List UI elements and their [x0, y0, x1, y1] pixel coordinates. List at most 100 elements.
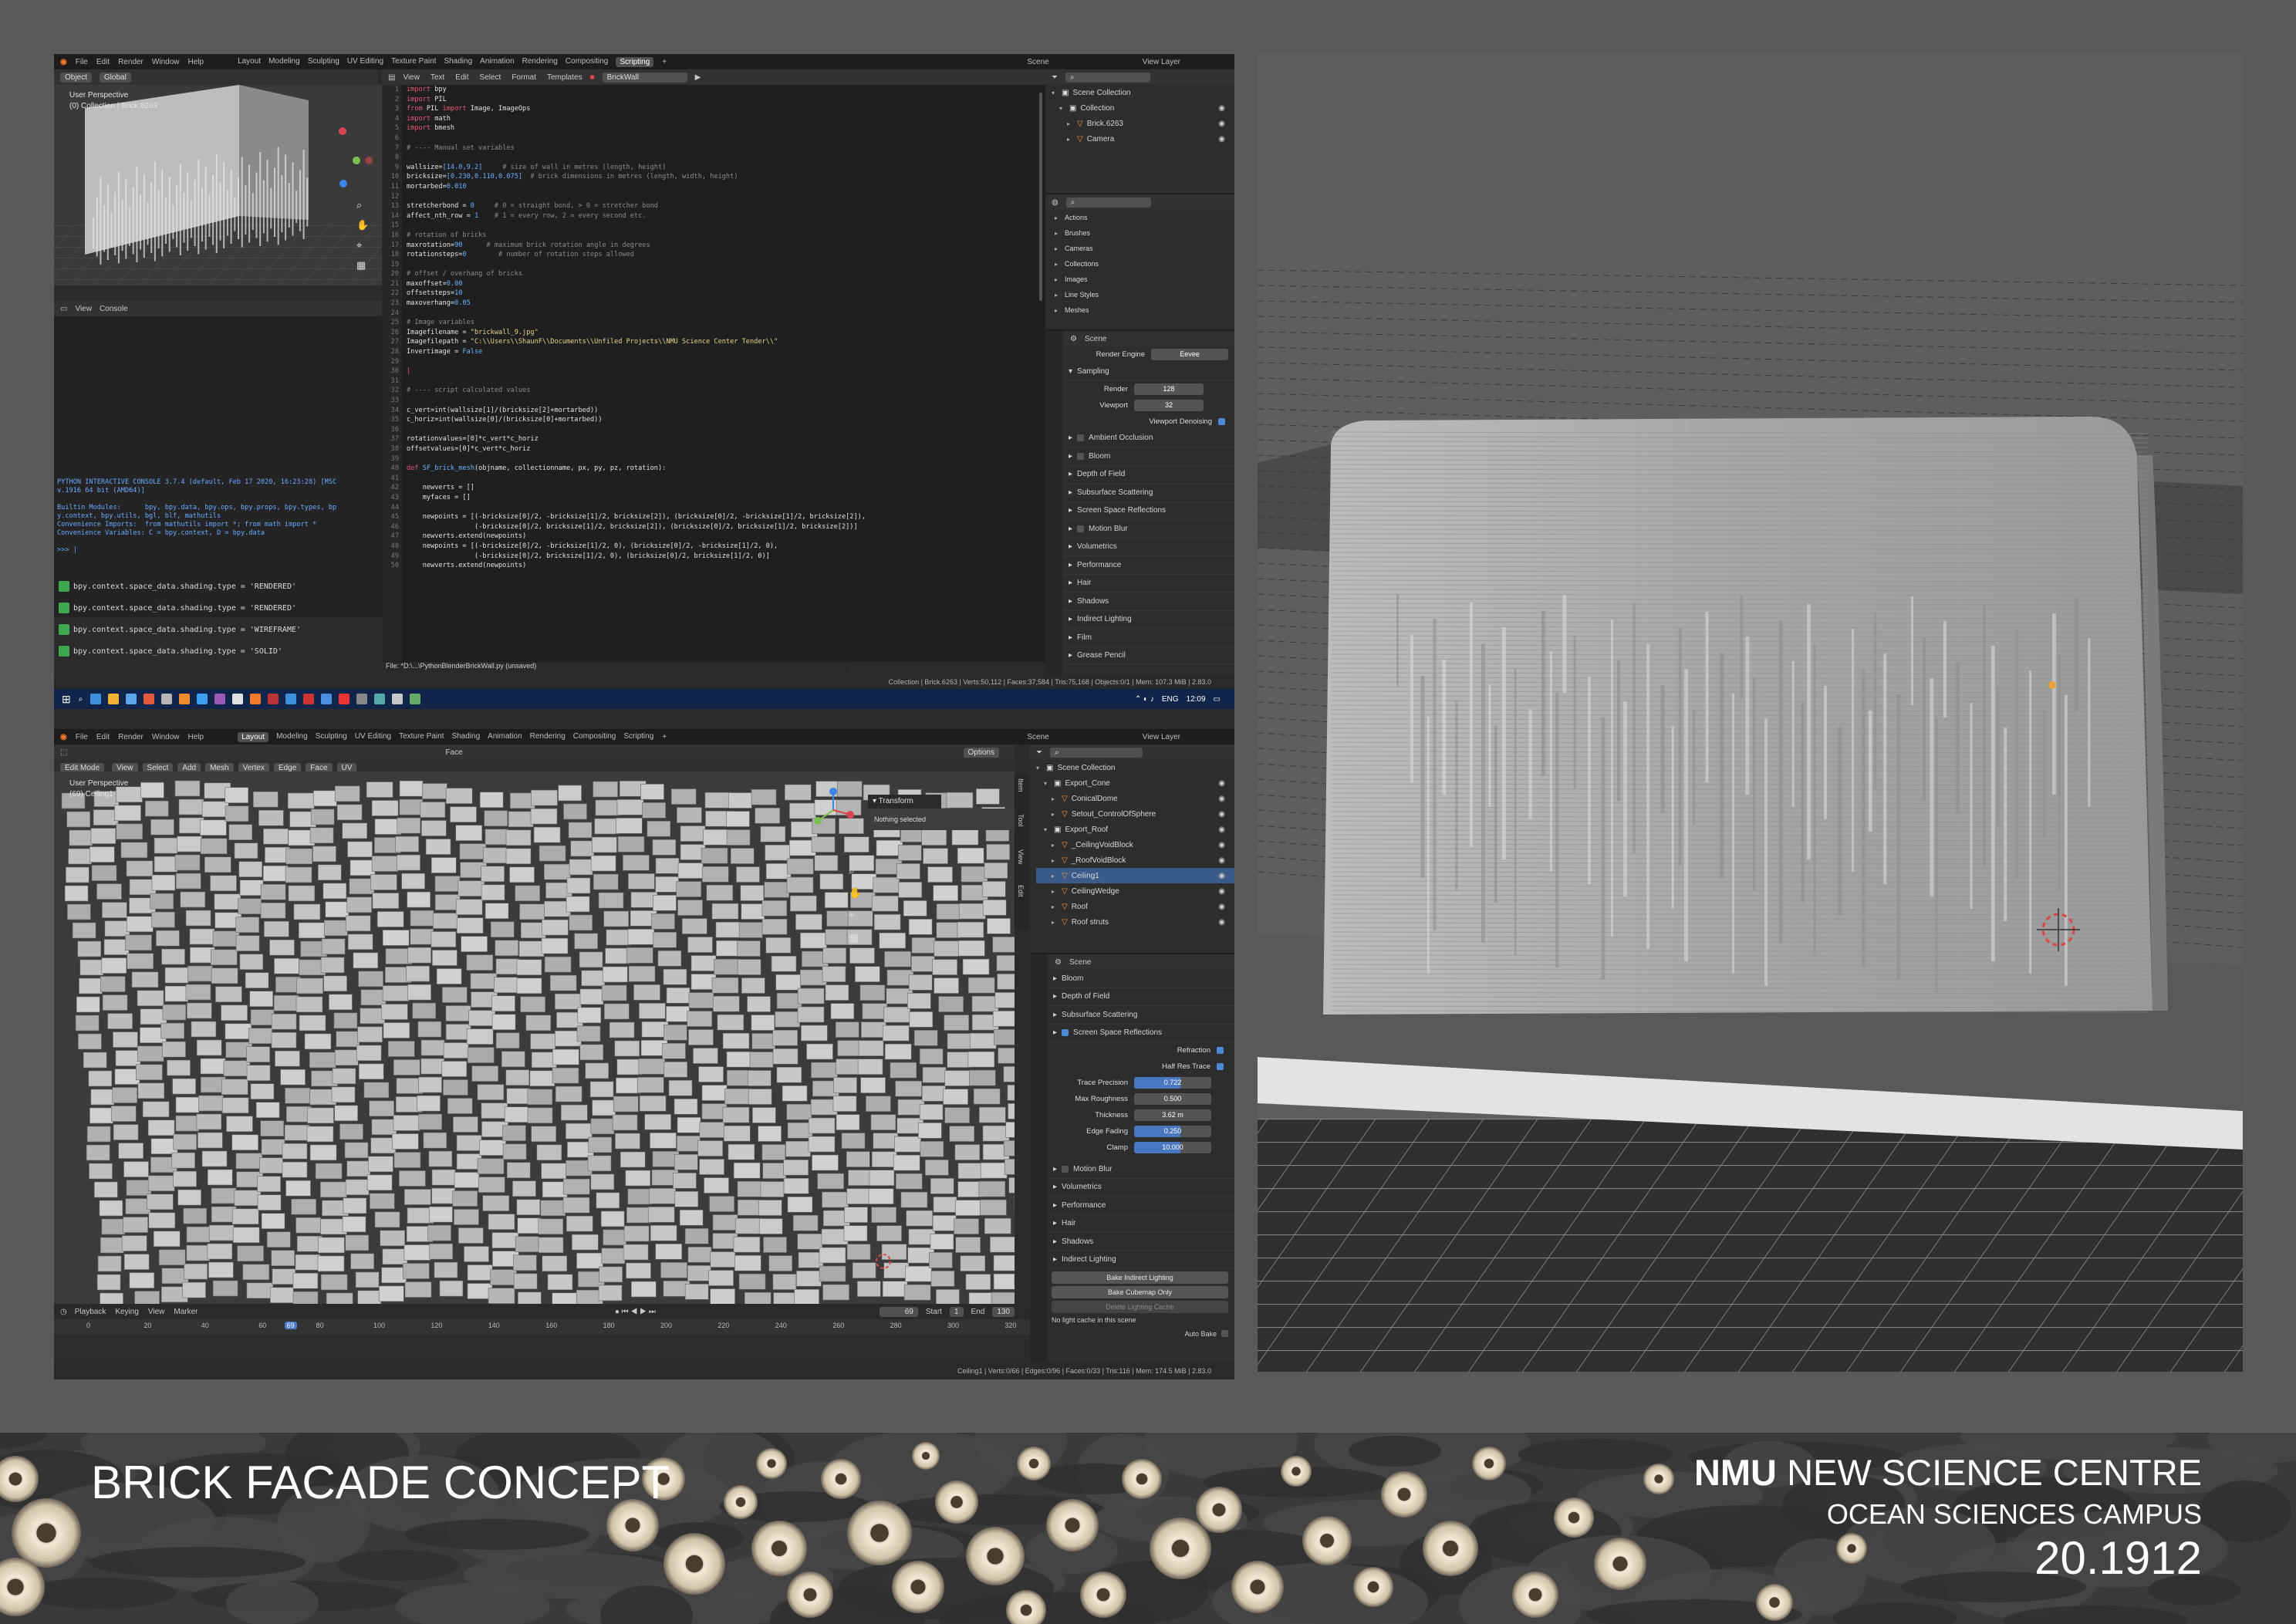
visibility-eye-icon[interactable]: ◉	[1218, 903, 1225, 911]
zoom-icon[interactable]: ⌕	[849, 864, 862, 877]
bake-cubemap-button[interactable]: Bake Cubemap Only	[1052, 1286, 1228, 1298]
3d-viewport[interactable]: User Perspective (0) Collection | Brick.…	[54, 85, 382, 285]
panel-depth-of-field[interactable]: ▸ Depth of Field	[1048, 988, 1234, 1006]
camera-icon[interactable]: ⌖	[356, 239, 369, 252]
half-res-checkbox[interactable]	[1217, 1063, 1224, 1070]
outliner-filter-icon[interactable]: ⏷	[1052, 73, 1058, 82]
tab-texture-paint[interactable]: Texture Paint	[399, 732, 444, 742]
run-script-button[interactable]: ▶	[695, 73, 701, 82]
system-tray-icon[interactable]: ⌃ ◐ ♪	[1135, 695, 1154, 704]
menu-file[interactable]: File	[76, 58, 88, 66]
blender-logo-icon[interactable]: ◉	[60, 733, 67, 741]
panel-expand-icon[interactable]: ▸	[1069, 651, 1072, 660]
text-menu-text[interactable]: Text	[430, 73, 444, 82]
menu-edit[interactable]: Edit	[96, 58, 110, 66]
taskbar-app-icon[interactable]	[268, 694, 279, 704]
panel-indirect-lighting[interactable]: ▸ Indirect Lighting	[1064, 611, 1234, 629]
panel-film[interactable]: ▸ Film	[1064, 629, 1234, 647]
navigation-gizmo[interactable]	[810, 787, 856, 833]
scrollbar[interactable]	[1039, 93, 1042, 301]
menu-edit[interactable]: Edit	[96, 733, 110, 741]
ssr-field-value[interactable]: 3.62 m	[1134, 1109, 1211, 1121]
panel-hair[interactable]: ▸ Hair	[1064, 575, 1234, 593]
panel-shadows[interactable]: ▸ Shadows	[1048, 1233, 1234, 1251]
viewport-samples-field[interactable]: 32	[1134, 399, 1204, 411]
panel-screen-space-reflections[interactable]: ▸ Screen Space Reflections	[1064, 502, 1234, 520]
timeline-ruler[interactable]: 0 20 40 60 69 80 100 120 140 160 180 200 220 240 260 28…	[54, 1319, 1030, 1335]
taskbar-app-icon[interactable]	[250, 694, 262, 704]
panel-checkbox[interactable]	[1077, 525, 1085, 532]
view-layer-selector[interactable]: View Layer	[1143, 733, 1180, 741]
taskbar-app-icon[interactable]	[144, 694, 155, 704]
visibility-eye-icon[interactable]: ◉	[1218, 841, 1225, 849]
text-datablock-name[interactable]: BrickWall	[602, 72, 687, 83]
panel-expand-icon[interactable]: ▸	[1069, 452, 1072, 461]
visibility-eye-icon[interactable]: ◉	[1218, 918, 1225, 927]
tab-texture-paint[interactable]: Texture Paint	[391, 57, 436, 67]
panel-volumetrics[interactable]: ▸ Volumetrics	[1048, 1179, 1234, 1197]
expand-icon[interactable]: ▸	[1052, 795, 1058, 802]
panel-shadows[interactable]: ▸ Shadows	[1064, 593, 1234, 611]
outliner-row[interactable]: ▾ ▣ Export_Cone ◉	[1036, 775, 1234, 791]
panel-expand-icon[interactable]: ▸	[1053, 992, 1057, 1001]
tab-rendering[interactable]: Rendering	[530, 732, 566, 742]
outliner-row[interactable]: ▸ ▽ Ceiling1 ◉	[1036, 868, 1234, 883]
panel-depth-of-field[interactable]: ▸ Depth of Field	[1064, 466, 1234, 484]
text-datablock-icon[interactable]: ■	[590, 73, 595, 82]
outliner-row[interactable]: ▸ ▽ CeilingWedge ◉	[1036, 883, 1234, 899]
datablock-row[interactable]: ▸ Actions	[1055, 210, 1234, 225]
timeline-menu-playback[interactable]: Playback	[75, 1308, 106, 1316]
panel-expand-icon[interactable]: ▸	[1053, 1183, 1057, 1191]
select-box-icon[interactable]: ⬚	[60, 748, 67, 757]
taskbar-app-icon[interactable]	[303, 694, 315, 704]
outliner-row[interactable]: ▸ ▽ Setout_ControlOfSphere ◉	[1036, 806, 1234, 822]
timeline-editor-icon[interactable]: ◷	[60, 1308, 67, 1316]
taskbar-app-icon[interactable]	[232, 694, 244, 704]
expand-icon[interactable]: ▸	[1052, 919, 1058, 926]
panel-expand-icon[interactable]: ▸	[1069, 579, 1072, 587]
panel-checkbox[interactable]	[1062, 1165, 1069, 1173]
menu-render[interactable]: Render	[118, 733, 144, 741]
menu-help[interactable]: Help	[187, 733, 204, 741]
panel-motion-blur[interactable]: ▸ Motion Blur	[1064, 520, 1234, 539]
camera-icon[interactable]: ⌖	[849, 909, 862, 922]
expand-icon[interactable]: ▸	[1055, 214, 1061, 221]
expand-icon[interactable]: ▸	[1052, 903, 1058, 910]
tab-uv-editing[interactable]: UV Editing	[355, 732, 391, 742]
console-editor-icon[interactable]: ▭	[60, 305, 67, 313]
tab-scripting[interactable]: Scripting	[623, 732, 653, 742]
current-frame-field[interactable]: 69	[879, 1306, 918, 1317]
expand-icon[interactable]: ▸	[1055, 276, 1061, 283]
tab-layout[interactable]: Layout	[238, 57, 261, 67]
expand-icon[interactable]: ▸	[1052, 888, 1058, 895]
expand-icon[interactable]: ▸	[1067, 120, 1073, 127]
history-entry[interactable]: bpy.context.space_data.shading.type = 'W…	[59, 624, 301, 635]
sidebar-tab[interactable]: Tool	[1015, 811, 1025, 846]
panel-expand-icon[interactable]: ▸	[1053, 1237, 1057, 1246]
timeline-body[interactable]	[54, 1335, 1030, 1358]
grid-icon[interactable]: ▦	[356, 259, 369, 272]
add-workspace-button[interactable]: +	[662, 58, 667, 66]
expand-icon[interactable]: ▸	[1055, 292, 1061, 299]
pan-hand-icon[interactable]: ✋	[849, 886, 862, 900]
3d-viewport-edit[interactable]: User Perspective (69) Ceiling1 ▾ Transfo…	[54, 771, 1015, 1304]
visibility-eye-icon[interactable]: ◉	[1218, 795, 1225, 803]
outliner-search[interactable]: ⌕	[1050, 747, 1143, 758]
outliner-row[interactable]: ▸ ▽ Roof ◉	[1036, 899, 1234, 914]
visibility-eye-icon[interactable]: ◉	[1218, 826, 1225, 834]
end-frame-field[interactable]: 130	[992, 1306, 1015, 1317]
menu-render[interactable]: Render	[118, 58, 144, 66]
options-button[interactable]: Options	[963, 747, 999, 758]
history-entry[interactable]: bpy.context.space_data.shading.type = 'R…	[59, 603, 296, 613]
expand-icon[interactable]: ▸	[1052, 811, 1058, 818]
expand-icon[interactable]: ▸	[1055, 307, 1061, 314]
search-icon[interactable]: ⌕	[79, 695, 83, 704]
visibility-eye-icon[interactable]: ◉	[1218, 104, 1225, 113]
datablock-row[interactable]: ▸ Images	[1055, 272, 1234, 287]
timeline-menu-marker[interactable]: Marker	[174, 1308, 198, 1316]
pan-hand-icon[interactable]: ✋	[356, 219, 369, 231]
panel-subsurface-scattering[interactable]: ▸ Subsurface Scattering	[1064, 484, 1234, 502]
expand-icon[interactable]: ▾	[1044, 826, 1050, 833]
outliner-row[interactable]: ▸ ▽ Roof struts ◉	[1036, 914, 1234, 930]
render-samples-field[interactable]: 128	[1134, 383, 1204, 395]
